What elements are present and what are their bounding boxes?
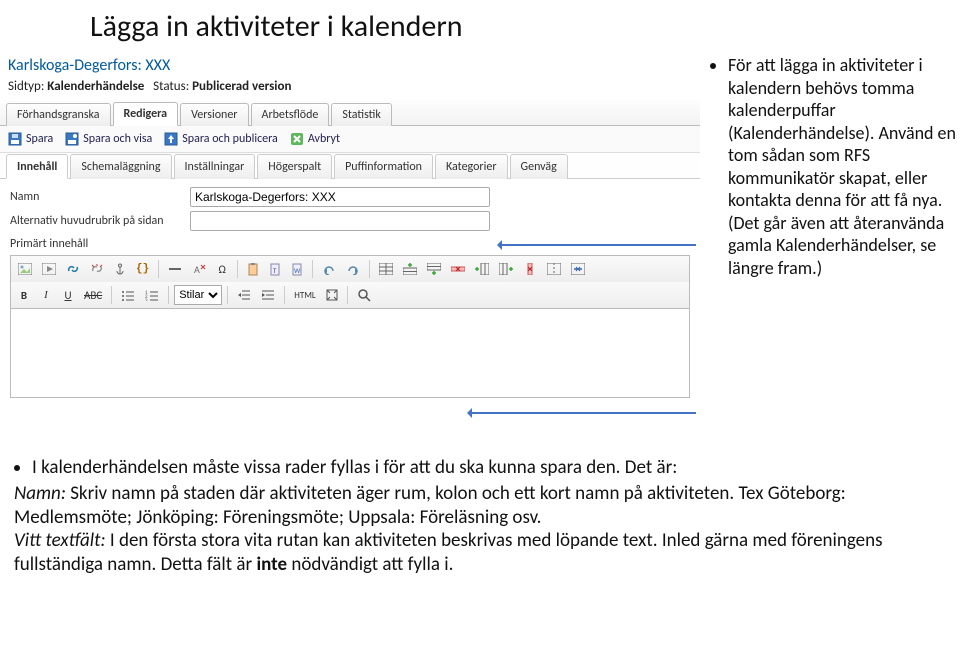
rte-col-before-icon[interactable] — [471, 259, 493, 279]
name-label: Namn — [10, 190, 190, 204]
save-view-action[interactable]: Spara och visa — [65, 132, 152, 146]
rte-paste-icon[interactable] — [243, 259, 263, 279]
cancel-label: Avbryt — [308, 132, 340, 146]
tab-workflow[interactable]: Arbetsflöde — [251, 103, 330, 126]
rte-fullscreen-btn[interactable] — [322, 285, 342, 305]
sidtyp-label: Sidtyp: — [8, 79, 44, 94]
subtab-puff[interactable]: Puffinformation — [334, 154, 433, 179]
svg-text:3: 3 — [145, 298, 148, 301]
cancel-icon — [290, 132, 304, 146]
floppy-icon — [8, 132, 22, 146]
rte-col-delete-icon[interactable] — [519, 259, 541, 279]
rte-clear-format-icon[interactable]: A — [188, 259, 210, 279]
rte-ol-btn[interactable]: 123 — [141, 285, 163, 305]
rte-special-char-icon[interactable]: Ω — [212, 259, 232, 279]
save-publish-label: Spara och publicera — [182, 132, 278, 146]
tab-edit[interactable]: Redigera — [113, 102, 179, 126]
page-meta: Sidtyp: Kalenderhändelse Status: Publice… — [0, 77, 700, 100]
rte-row-delete-icon[interactable] — [447, 259, 469, 279]
cancel-action[interactable]: Avbryt — [290, 132, 340, 146]
svg-text:T: T — [273, 266, 277, 275]
bottom-line1-text: Skriv namn på staden där aktiviteten äge… — [14, 482, 846, 529]
action-toolbar: Spara Spara och visa Spara och publicera… — [0, 126, 700, 153]
rte-row-after-icon[interactable] — [423, 259, 445, 279]
floppy-view-icon — [65, 132, 79, 146]
rte-redo-icon[interactable] — [342, 259, 364, 279]
top-tabs: Förhandsgranska Redigera Versioner Arbet… — [0, 100, 700, 126]
rte-body[interactable] — [10, 308, 690, 398]
rte-image-icon[interactable] — [14, 259, 36, 279]
subtab-settings[interactable]: Inställningar — [174, 154, 256, 179]
side-bullet-text: För att lägga in aktiviteter i kalendern… — [728, 54, 956, 279]
annotation-arrow — [500, 244, 696, 246]
bottom-explanation: I kalenderhändelsen måste vissa rader fy… — [14, 456, 946, 577]
bottom-line1-label: Namn: — [14, 482, 66, 505]
editor-panel: Karlskoga-Degerfors: XXX Sidtyp: Kalende… — [0, 54, 700, 406]
page-title: Lägga in aktiviteter i kalendern — [90, 8, 960, 45]
floppy-publish-icon — [164, 132, 178, 146]
save-publish-action[interactable]: Spara och publicera — [164, 132, 278, 146]
save-action[interactable]: Spara — [8, 132, 53, 146]
rte-strike-btn[interactable]: ABC — [80, 285, 106, 305]
rte-styles-select[interactable]: Stilar — [174, 285, 222, 305]
subtab-rightcol[interactable]: Högerspalt — [257, 154, 332, 179]
rte-script-icon[interactable]: {} — [132, 259, 153, 279]
rte-undo-icon[interactable] — [318, 259, 340, 279]
bottom-bullet: I kalenderhändelsen måste vissa rader fy… — [32, 456, 946, 480]
rte-row-before-icon[interactable] — [399, 259, 421, 279]
rte-table-icon[interactable] — [375, 259, 397, 279]
svg-text:A: A — [194, 263, 200, 276]
rte-outdent-btn[interactable] — [233, 285, 255, 305]
bottom-line2-label: Vitt textfält: — [14, 529, 106, 552]
rte-indent-btn[interactable] — [257, 285, 279, 305]
bottom-line2b: nödvändigt att fylla i. — [287, 553, 453, 576]
alt-heading-label: Alternativ huvudrubrik på sidan — [10, 214, 190, 228]
tab-preview[interactable]: Förhandsgranska — [6, 103, 111, 126]
rte-paste-text-icon[interactable]: T — [265, 259, 285, 279]
rte-toolbar-row1: {} A Ω T W — [10, 255, 690, 282]
rte-search-btn[interactable] — [353, 285, 375, 305]
svg-text:W: W — [294, 266, 301, 275]
rte-merge-cell-icon[interactable] — [567, 259, 589, 279]
rte-toolbar-row2: B I U ABC 123 Stilar HTML — [10, 282, 690, 308]
bottom-line2-bold: inte — [256, 553, 287, 576]
sub-tabs: Innehåll Schemaläggning Inställningar Hö… — [0, 153, 700, 179]
side-explanation: För att lägga in aktiviteter i kalendern… — [712, 54, 956, 279]
rte-ul-btn[interactable] — [117, 285, 139, 305]
subtab-schedule[interactable]: Schemaläggning — [70, 154, 171, 179]
alt-heading-input[interactable] — [190, 211, 490, 231]
rte-hr-icon[interactable] — [164, 259, 186, 279]
rte-anchor-icon[interactable] — [110, 259, 130, 279]
rte-col-after-icon[interactable] — [495, 259, 517, 279]
rte-bold-btn[interactable]: B — [14, 285, 34, 305]
save-view-label: Spara och visa — [83, 132, 152, 146]
subtab-content[interactable]: Innehåll — [6, 154, 68, 179]
status-value: Publicerad version — [192, 79, 291, 94]
rte-split-cell-icon[interactable] — [543, 259, 565, 279]
subtab-categories[interactable]: Kategorier — [435, 154, 508, 179]
rte-underline-btn[interactable]: U — [58, 285, 78, 305]
annotation-arrow — [470, 412, 696, 414]
sidtyp-value: Kalenderhändelse — [47, 79, 144, 94]
rte-paste-word-icon[interactable]: W — [287, 259, 307, 279]
tab-stats[interactable]: Statistik — [331, 103, 391, 126]
content-form: Namn Alternativ huvudrubrik på sidan Pri… — [0, 179, 700, 406]
rte-link-icon[interactable] — [62, 259, 84, 279]
name-input[interactable] — [190, 187, 490, 207]
save-label: Spara — [26, 132, 53, 146]
breadcrumb: Karlskoga-Degerfors: XXX — [0, 54, 700, 77]
rte-unlink-icon[interactable] — [86, 259, 108, 279]
rte-html-btn[interactable]: HTML — [290, 285, 319, 305]
subtab-shortcut[interactable]: Genväg — [510, 154, 568, 179]
tab-versions[interactable]: Versioner — [180, 103, 248, 126]
status-label: Status: — [153, 79, 189, 94]
rte-italic-btn[interactable]: I — [36, 285, 56, 305]
rte-media-icon[interactable] — [38, 259, 60, 279]
